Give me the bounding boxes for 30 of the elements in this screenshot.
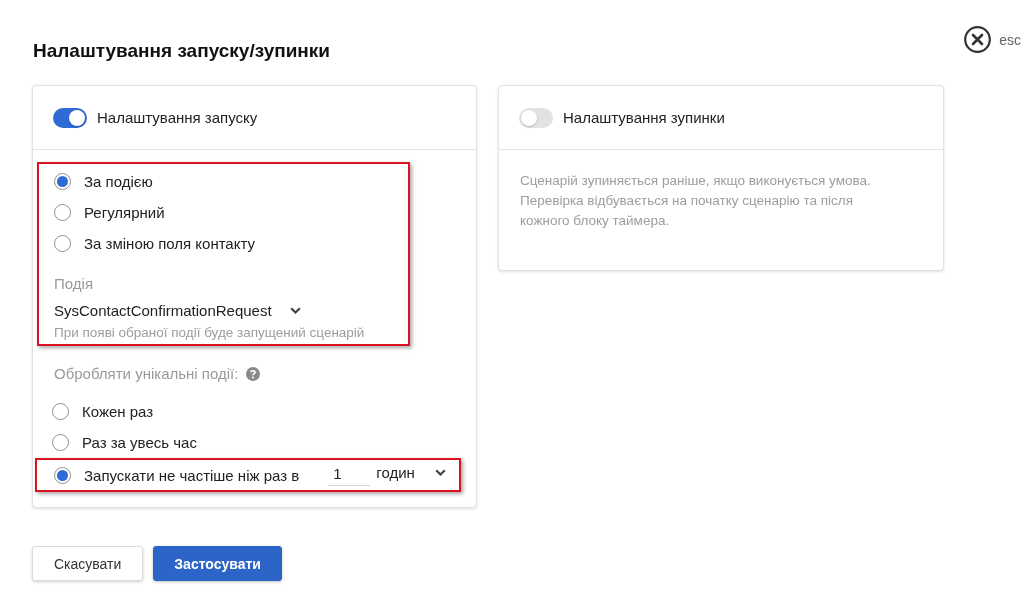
close-icon (964, 26, 992, 53)
radio-button[interactable] (52, 434, 69, 451)
radio-button[interactable] (54, 466, 71, 484)
radio-button[interactable] (54, 173, 71, 190)
radio-label[interactable]: Регулярний (84, 204, 165, 221)
radio-label[interactable]: За зміною поля контакту (84, 235, 255, 252)
section-label: Обробляти унікальні події: (54, 364, 239, 384)
radio-button[interactable] (54, 235, 71, 252)
field-hint: При появі обраної події буде запущений сценарій (54, 324, 366, 342)
radio-label[interactable]: Запускати не частіше ніж раз в (84, 466, 300, 484)
stop-description: Сценарій зупиняється раніше, якщо виконується умова. Перевірка відбувається на початку сценарію та після кожного блоку таймера. (519, 172, 872, 230)
event-select[interactable]: SysContactConfirmationRequest (54, 297, 301, 324)
radio-label[interactable]: За подією (84, 173, 153, 190)
radio-label[interactable]: Раз за увесь час (82, 434, 197, 451)
unit-select[interactable]: годин (376, 461, 446, 483)
radio-button[interactable] (52, 403, 69, 420)
toggle-label: Налаштування запуску (97, 109, 258, 126)
help-icon[interactable] (246, 367, 261, 381)
toggle-switch[interactable] (519, 107, 553, 128)
cancel-button[interactable]: Скасувати (32, 546, 144, 581)
radio-button[interactable] (54, 204, 71, 221)
chevron-down-icon (289, 307, 301, 314)
close-button[interactable]: esc (964, 26, 1021, 53)
toggle-switch[interactable] (53, 107, 87, 128)
dialog-title: Налаштування запуску/зупинки (33, 39, 331, 63)
apply-button[interactable]: Застосувати (153, 546, 282, 581)
radio-label[interactable]: Кожен раз (82, 403, 154, 420)
toggle-label: Налаштування зупинки (563, 109, 725, 126)
chevron-down-icon (434, 468, 446, 476)
field-label: Подія (54, 274, 94, 294)
